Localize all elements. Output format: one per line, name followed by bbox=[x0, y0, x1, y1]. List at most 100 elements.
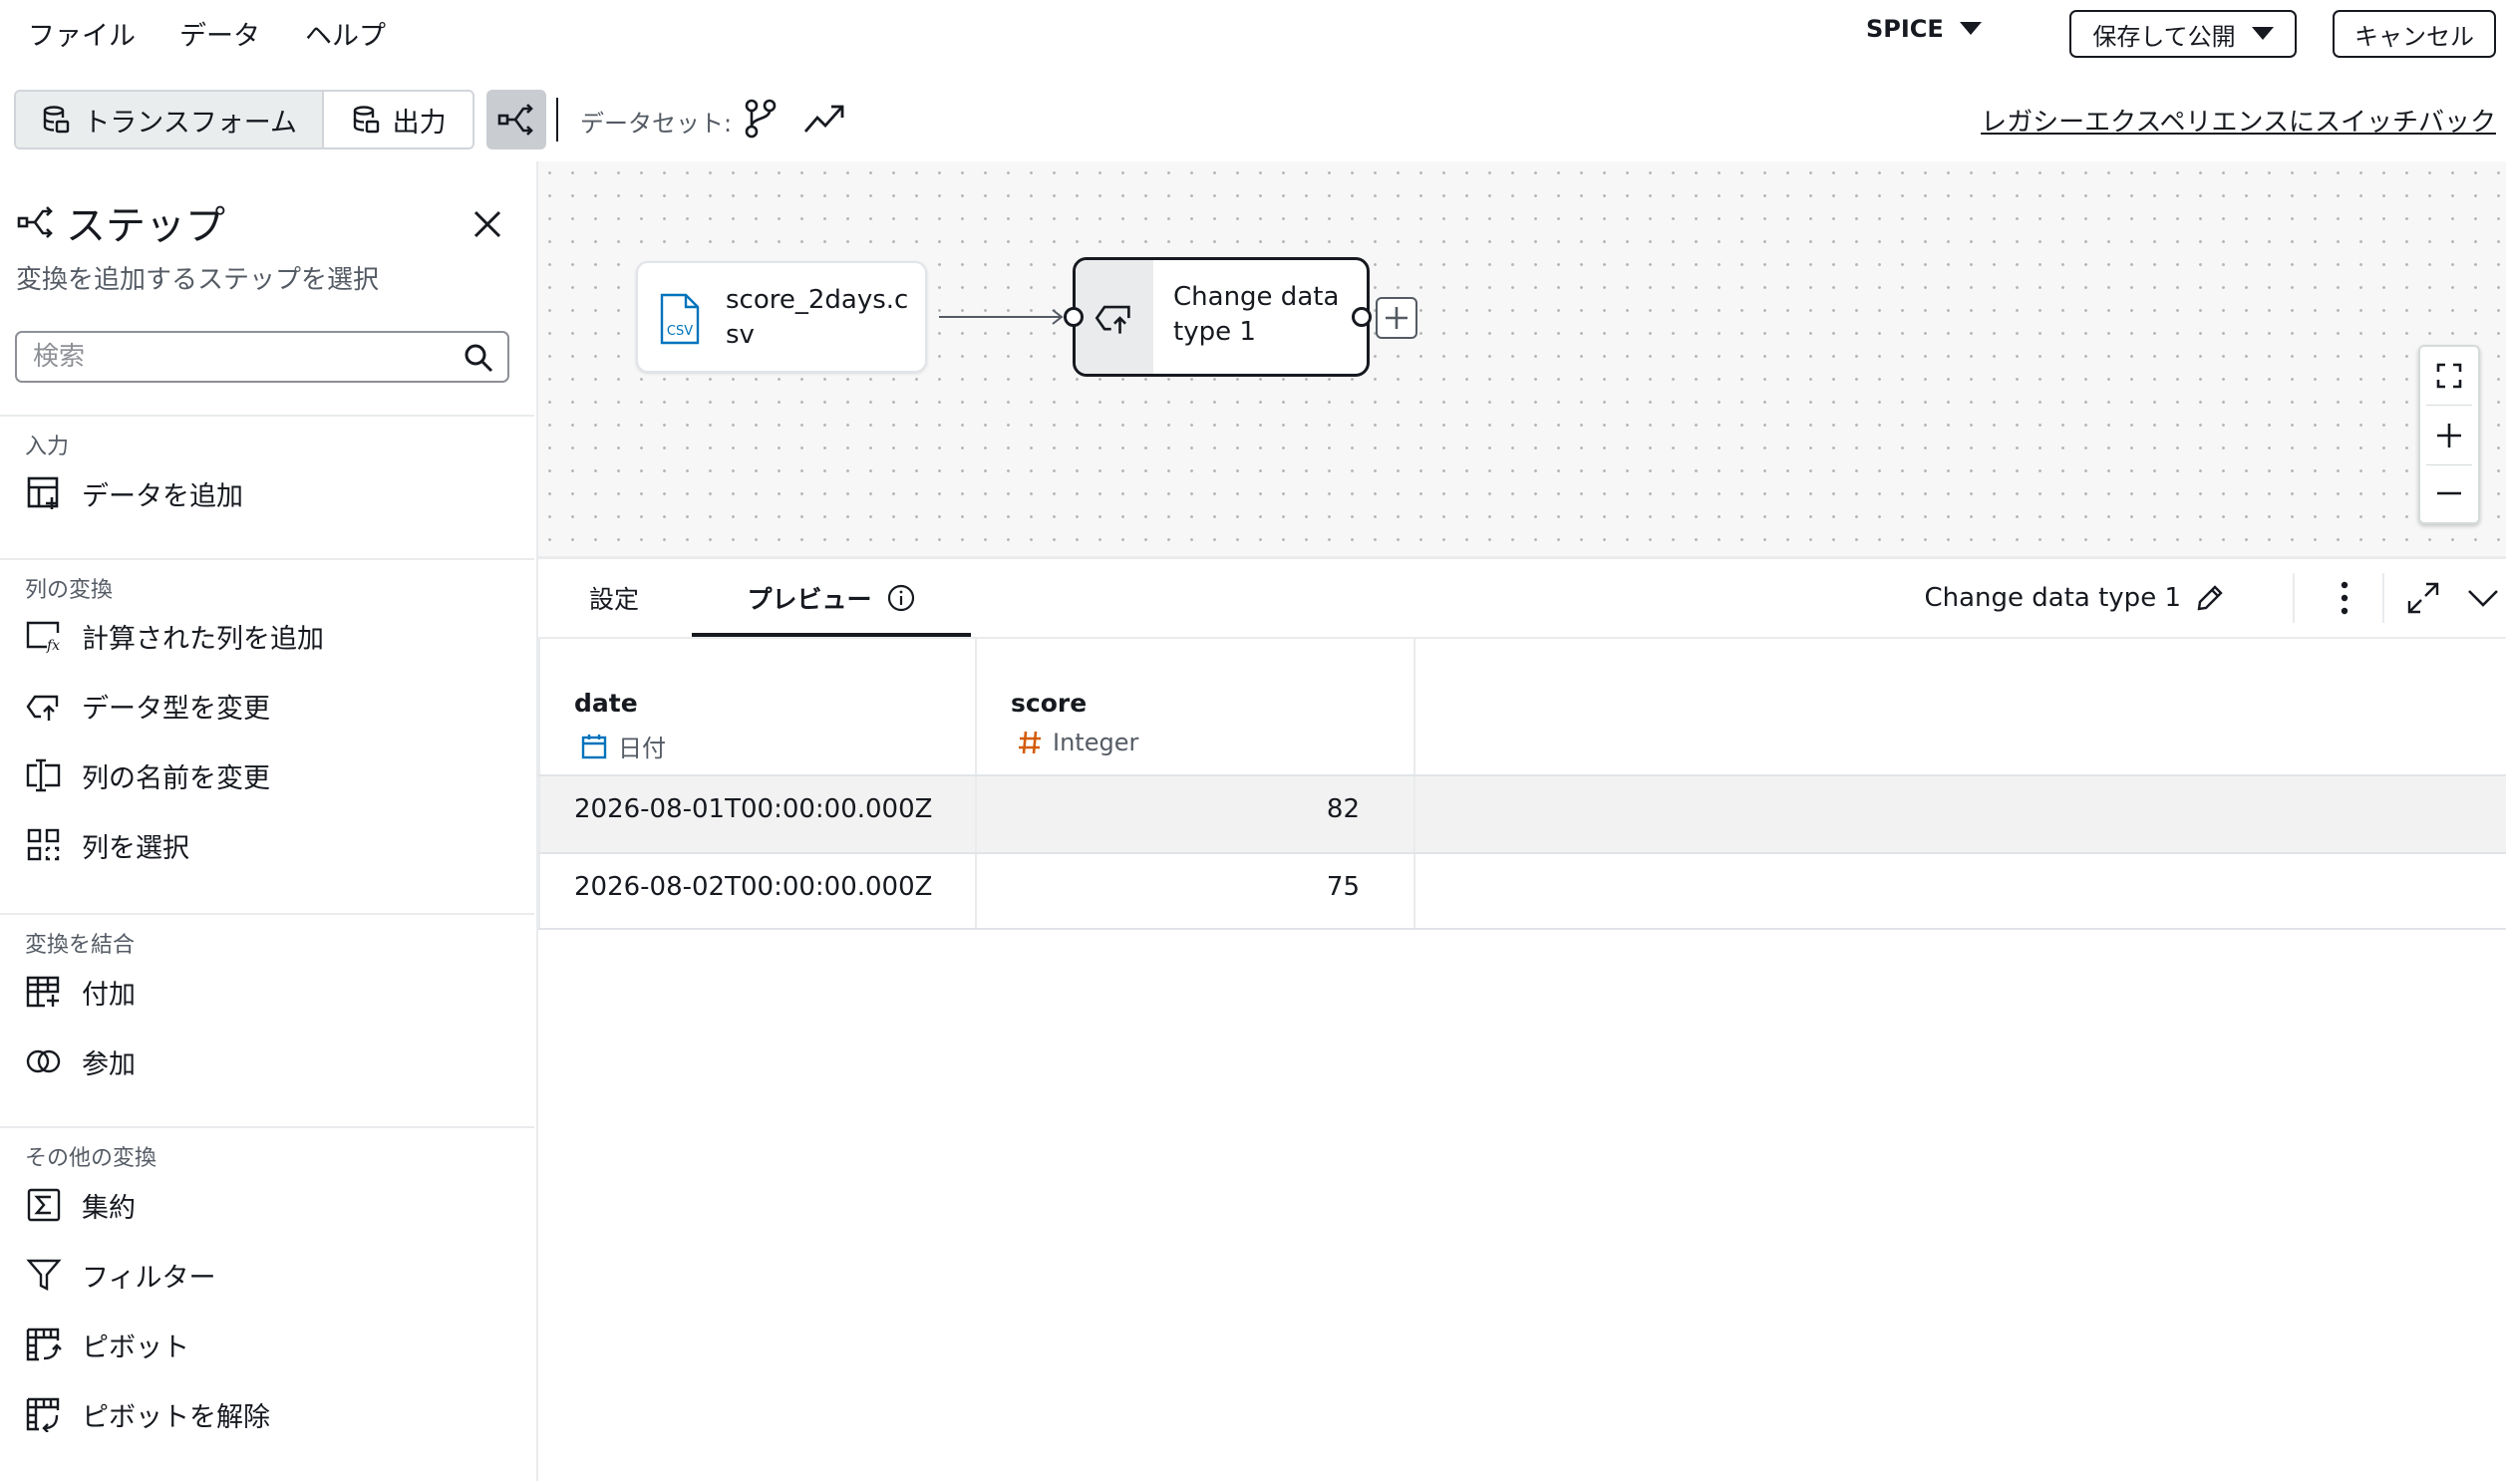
fit-view-button[interactable] bbox=[2420, 347, 2478, 405]
connector-arrow bbox=[939, 309, 1064, 325]
transform-tab-label: トランスフォーム bbox=[83, 107, 297, 139]
info-icon[interactable] bbox=[886, 583, 916, 613]
csv-file-icon: CSV bbox=[660, 293, 700, 345]
menu-bar: ファイル データ ヘルプ SPICE 保存して公開 キャンセル bbox=[0, 0, 2506, 72]
menu-file[interactable]: ファイル bbox=[28, 14, 136, 53]
sidebar-item-select-columns[interactable]: 列を選択 bbox=[24, 819, 502, 871]
table-cell-score: 75 bbox=[1326, 872, 1360, 902]
view-segmented-control: トランスフォーム 出力 bbox=[14, 90, 474, 149]
database-output-icon bbox=[353, 106, 379, 134]
change-data-type-node[interactable]: Change data type 1 bbox=[1073, 257, 1370, 377]
sidebar-item-change-data-type[interactable]: データ型を変更 bbox=[24, 680, 502, 732]
column-type-date: 日付 bbox=[580, 729, 666, 763]
zoom-in-button[interactable] bbox=[2420, 407, 2478, 464]
tab-preview[interactable]: プレビュー bbox=[692, 559, 971, 637]
sidebar-item-aggregate[interactable]: 集約 bbox=[24, 1179, 502, 1231]
tab-divider bbox=[538, 637, 2506, 639]
flow-canvas[interactable]: CSV score_2days.csv Change data type 1 bbox=[538, 161, 2506, 556]
output-tab-label: 出力 bbox=[392, 107, 447, 139]
more-options-icon[interactable] bbox=[2339, 579, 2350, 617]
add-step-button[interactable] bbox=[1376, 297, 1417, 339]
switch-to-legacy-link[interactable]: レガシーエクスペリエンスにスイッチバック bbox=[1981, 102, 2496, 139]
row-divider bbox=[538, 774, 2506, 776]
sidebar-item-label: ピボット bbox=[82, 1332, 189, 1363]
toolbar-divider bbox=[556, 98, 558, 142]
lineage-icon[interactable] bbox=[742, 98, 782, 140]
output-port[interactable] bbox=[1352, 307, 1372, 327]
sidebar-item-label: 列の名前を変更 bbox=[82, 762, 270, 794]
sidebar-item-rename-column[interactable]: 列の名前を変更 bbox=[24, 749, 502, 801]
change-type-icon bbox=[24, 686, 64, 726]
plus-icon bbox=[2437, 424, 2461, 447]
trend-icon[interactable] bbox=[803, 100, 845, 136]
sidebar-item-add-calculated-column[interactable]: fx 計算された列を追加 bbox=[24, 610, 502, 662]
menu-data[interactable]: データ bbox=[179, 14, 260, 53]
column-header-score[interactable]: score bbox=[1011, 689, 1087, 718]
sidebar-item-label: 列を選択 bbox=[82, 832, 189, 864]
save-and-publish-button[interactable]: 保存して公開 bbox=[2069, 10, 2297, 58]
section-input-heading: 入力 bbox=[25, 435, 70, 459]
section-divider bbox=[0, 1126, 534, 1128]
steps-title: ステップ bbox=[66, 203, 225, 249]
database-icon bbox=[44, 106, 70, 134]
zoom-out-button[interactable] bbox=[2420, 464, 2478, 522]
join-icon bbox=[24, 1041, 64, 1081]
steps-subtitle: 変換を追加するステップを選択 bbox=[16, 265, 380, 295]
table-cell-date: 2026-08-02T00:00:00.000Z bbox=[574, 872, 933, 902]
calculated-column-icon: fx bbox=[24, 616, 64, 656]
flow-icon bbox=[497, 104, 533, 136]
sidebar-item-label: 参加 bbox=[82, 1048, 136, 1080]
edit-icon[interactable] bbox=[2195, 583, 2225, 613]
toolbar-separator bbox=[2293, 573, 2295, 623]
table-cell-score: 82 bbox=[1326, 794, 1360, 824]
sidebar-item-label: 付加 bbox=[82, 979, 136, 1011]
section-divider bbox=[0, 415, 534, 417]
minus-icon bbox=[2437, 491, 2461, 495]
transform-tab[interactable]: トランスフォーム bbox=[16, 92, 325, 148]
close-icon[interactable] bbox=[472, 209, 502, 239]
output-tab[interactable]: 出力 bbox=[324, 92, 472, 148]
source-node[interactable]: CSV score_2days.csv bbox=[636, 261, 927, 373]
search-input[interactable] bbox=[17, 333, 462, 381]
chevron-down-icon[interactable] bbox=[2466, 587, 2500, 609]
preview-panel: 設定 プレビュー Change data type 1 date 日付 scor… bbox=[538, 556, 2506, 1484]
sidebar-item-pivot[interactable]: ピボット bbox=[24, 1319, 502, 1370]
sidebar-item-label: 計算された列を追加 bbox=[82, 623, 324, 655]
input-port[interactable] bbox=[1064, 307, 1084, 327]
expand-icon[interactable] bbox=[2406, 581, 2440, 615]
column-type-label: 日付 bbox=[618, 735, 666, 762]
hash-icon bbox=[1019, 731, 1041, 754]
row-divider bbox=[538, 928, 2506, 930]
zoom-controls bbox=[2418, 345, 2480, 524]
select-columns-icon bbox=[24, 825, 64, 865]
sidebar-item-label: 集約 bbox=[82, 1192, 136, 1224]
section-combine-transforms-heading: 変換を結合 bbox=[25, 933, 136, 958]
rename-column-icon bbox=[24, 755, 64, 795]
spice-label: SPICE bbox=[1866, 15, 1944, 43]
calendar-icon bbox=[581, 734, 607, 758]
save-and-publish-label: 保存して公開 bbox=[2092, 22, 2236, 51]
search-icon[interactable] bbox=[464, 343, 493, 373]
column-type-score: Integer bbox=[1017, 729, 1138, 756]
sidebar-item-add-data[interactable]: データを追加 bbox=[24, 467, 502, 519]
tab-settings[interactable]: 設定 bbox=[538, 559, 690, 637]
sidebar-item-unpivot[interactable]: ピボットを解除 bbox=[24, 1388, 502, 1440]
append-icon bbox=[24, 972, 64, 1012]
dataset-label: データセット: bbox=[580, 110, 733, 138]
cancel-button[interactable]: キャンセル bbox=[2333, 10, 2496, 58]
column-header-date[interactable]: date bbox=[574, 689, 638, 718]
column-type-label: Integer bbox=[1053, 729, 1139, 756]
plus-icon bbox=[1386, 307, 1408, 329]
data-flow-toggle-button[interactable] bbox=[486, 90, 546, 149]
spice-dropdown[interactable]: SPICE bbox=[1866, 15, 1982, 43]
add-table-icon bbox=[24, 473, 64, 513]
change-data-type-node-label: Change data type 1 bbox=[1173, 282, 1340, 347]
menu-help[interactable]: ヘルプ bbox=[305, 14, 386, 53]
sidebar-item-join[interactable]: 参加 bbox=[24, 1036, 502, 1087]
change-type-icon bbox=[1076, 260, 1153, 374]
toolbar-separator bbox=[2382, 573, 2384, 623]
sidebar-item-filter[interactable]: フィルター bbox=[24, 1249, 502, 1301]
sidebar-item-append[interactable]: 付加 bbox=[24, 966, 502, 1018]
step-name-label: Change data type 1 bbox=[1924, 583, 2181, 613]
cancel-label: キャンセル bbox=[2354, 22, 2474, 51]
